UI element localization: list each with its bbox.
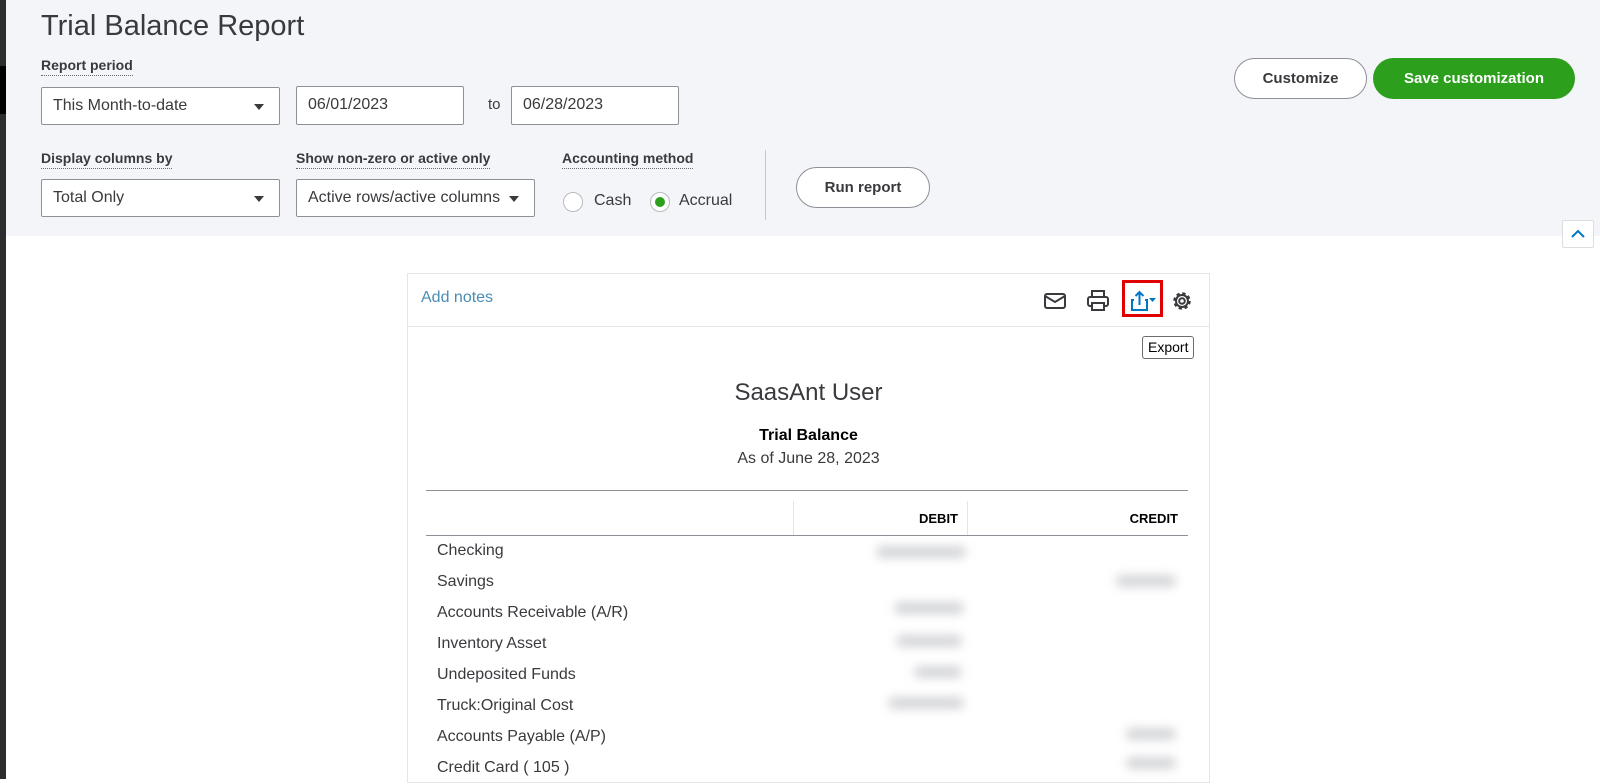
report-period-select[interactable]: This Month-to-date: [41, 87, 280, 125]
table-row: Inventory Asset: [426, 629, 1188, 660]
account-name[interactable]: Checking: [437, 542, 504, 560]
account-name[interactable]: Truck:Original Cost: [437, 697, 573, 715]
display-columns-value: Total Only: [53, 189, 125, 206]
credit-value-redacted: [1126, 757, 1176, 769]
debit-value-redacted: [888, 697, 964, 709]
date-from-input[interactable]: 06/01/2023: [296, 86, 464, 125]
account-name[interactable]: Undeposited Funds: [437, 666, 576, 684]
debit-column-header[interactable]: DEBIT: [798, 511, 958, 526]
account-name[interactable]: Accounts Receivable (A/R): [437, 604, 628, 622]
company-name: SaasAnt User: [734, 379, 883, 406]
display-columns-select[interactable]: Total Only: [41, 179, 280, 217]
chevron-down-icon: [254, 196, 264, 202]
date-to-input[interactable]: 06/28/2023: [511, 86, 679, 125]
credit-value-redacted: [1126, 728, 1176, 740]
table-row: Credit Card ( 105 ): [426, 753, 1188, 784]
credit-value-redacted: [1116, 575, 1176, 587]
accrual-radio-label[interactable]: Accrual: [679, 192, 732, 210]
cash-radio-label[interactable]: Cash: [594, 192, 631, 210]
column-separator: [967, 501, 968, 535]
debit-value-redacted: [894, 602, 964, 614]
chevron-down-icon: [509, 196, 519, 202]
table-row: Undeposited Funds: [426, 660, 1188, 691]
non-zero-value: Active rows/active columns: [308, 189, 501, 206]
display-columns-label: Display columns by: [41, 150, 173, 169]
report-toolbar: Add notes: [408, 274, 1209, 327]
account-name[interactable]: Savings: [437, 573, 494, 591]
report-period-label: Report period: [41, 57, 133, 76]
chevron-down-icon: [254, 104, 264, 110]
date-from-value: 06/01/2023: [308, 96, 389, 113]
export-tooltip: Export: [1142, 336, 1195, 359]
debit-value-redacted: [896, 635, 962, 647]
collapse-options-button[interactable]: [1562, 220, 1594, 248]
accounting-method-label: Accounting method: [562, 150, 694, 169]
column-separator: [793, 501, 794, 535]
chevron-up-icon: [1571, 229, 1585, 238]
report-date: As of June 28, 2023: [737, 450, 880, 467]
options-divider: [765, 150, 766, 220]
table-row: Savings: [426, 567, 1188, 598]
account-name[interactable]: Inventory Asset: [437, 635, 546, 653]
print-icon[interactable]: [1085, 288, 1111, 314]
credit-column-header[interactable]: CREDIT: [972, 511, 1178, 526]
date-range-to-label: to: [488, 96, 501, 113]
table-header: DEBIT CREDIT: [426, 491, 1188, 536]
table-row: Accounts Receivable (A/R): [426, 598, 1188, 629]
debit-value-redacted: [914, 666, 962, 678]
gear-icon[interactable]: [1169, 288, 1195, 314]
table-row: Checking: [426, 536, 1188, 567]
debit-value-redacted: [876, 546, 966, 558]
email-icon[interactable]: [1042, 288, 1068, 314]
run-report-button[interactable]: Run report: [796, 167, 930, 208]
cash-radio[interactable]: [563, 192, 583, 212]
non-zero-select[interactable]: Active rows/active columns: [296, 179, 535, 217]
save-customization-button[interactable]: Save customization: [1373, 58, 1575, 99]
report-card: Add notes Export SaasAnt User Trial Bala…: [407, 273, 1210, 783]
report-title: Trial Balance: [759, 427, 858, 444]
page-title: Trial Balance Report: [41, 10, 305, 42]
accrual-radio[interactable]: [650, 192, 670, 212]
date-to-value: 06/28/2023: [523, 96, 604, 113]
non-zero-label: Show non-zero or active only: [296, 150, 491, 169]
customize-button[interactable]: Customize: [1234, 58, 1367, 99]
add-notes-link[interactable]: Add notes: [421, 289, 493, 307]
account-name[interactable]: Credit Card ( 105 ): [437, 759, 570, 777]
account-name[interactable]: Accounts Payable (A/P): [437, 728, 606, 746]
export-icon[interactable]: [1127, 288, 1157, 314]
table-row: Truck:Original Cost: [426, 691, 1188, 722]
table-row: Accounts Payable (A/P): [426, 722, 1188, 753]
report-period-value: This Month-to-date: [53, 97, 188, 114]
